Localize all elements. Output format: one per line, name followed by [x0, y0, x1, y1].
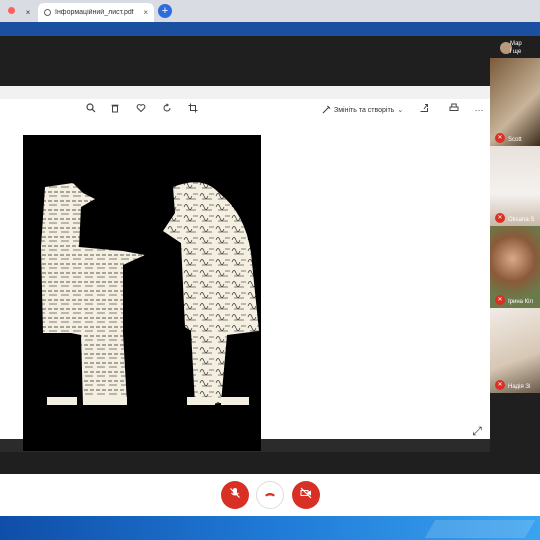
mic-off-icon: ✕: [495, 133, 505, 143]
mic-off-icon: ✕: [495, 380, 505, 390]
expand-icon[interactable]: ⤢: [470, 424, 484, 438]
trash-icon[interactable]: [108, 103, 122, 117]
edit-create-button[interactable]: Змініть та створіть ⌄: [322, 103, 403, 117]
tab-title: Інформаційний_лист.pdf: [55, 9, 134, 16]
hangup-icon: [264, 489, 276, 503]
globe-icon: [44, 9, 51, 16]
participant-name: Scott: [508, 137, 522, 143]
edit-create-label: Змініть та створіть: [334, 106, 395, 114]
rotate-icon[interactable]: [160, 103, 174, 117]
share-icon[interactable]: [417, 103, 431, 117]
call-controls: [0, 474, 540, 516]
close-dot[interactable]: [8, 7, 15, 14]
mic-off-button[interactable]: [221, 481, 249, 509]
magic-edit-icon: [322, 105, 331, 116]
browser-tab-strip: × Інформаційний_лист.pdf × +: [0, 0, 540, 22]
mic-off-icon: ✕: [495, 213, 505, 223]
close-tab-icon[interactable]: ×: [22, 3, 34, 22]
chevron-down-icon: ⌄: [397, 107, 404, 114]
close-icon[interactable]: ×: [143, 8, 148, 17]
participant-tile[interactable]: ✕ Scott: [490, 58, 540, 146]
participant-name: Ірина Кіл: [508, 299, 534, 305]
tab-pdf-document[interactable]: Інформаційний_лист.pdf ×: [38, 3, 154, 22]
participant-tile[interactable]: ✕ Надія Зі: [490, 308, 540, 393]
viewer-titlebar: [0, 86, 490, 99]
hangup-button[interactable]: [256, 481, 284, 509]
screen: × Інформаційний_лист.pdf × + Мар і ще Зм…: [0, 0, 540, 540]
photo-viewer: Змініть та створіть ⌄ ··· ⤢: [0, 99, 490, 451]
participant-name: Мар: [510, 41, 522, 47]
participant-name: Надія Зі: [508, 384, 531, 390]
crop-icon[interactable]: [186, 103, 200, 117]
print-icon[interactable]: [447, 103, 461, 117]
participant-tile[interactable]: ✕ Oksana S: [490, 146, 540, 226]
mic-off-icon: ✕: [495, 295, 505, 305]
participant-strip: ✕ Scott ✕ Oksana S ✕ Ірина Кіл ✕ Надія З…: [490, 58, 540, 393]
more-icon[interactable]: ···: [472, 103, 486, 117]
zoom-icon[interactable]: [84, 103, 98, 117]
left-figure: [41, 183, 145, 405]
participant-more: і ще: [510, 49, 522, 55]
camera-off-icon: [300, 487, 312, 502]
participant-tile[interactable]: ✕ Ірина Кіл: [490, 226, 540, 308]
camera-off-button[interactable]: [292, 481, 320, 509]
heart-icon[interactable]: [134, 103, 148, 117]
participant-count-label: Мар і ще: [510, 40, 522, 56]
right-figure: [163, 182, 259, 405]
presentation-area: Змініть та створіть ⌄ ··· ⤢: [0, 86, 490, 452]
mic-off-icon: [229, 488, 241, 502]
participant-name: Oksana S: [508, 217, 535, 223]
meeting-header: [0, 36, 540, 86]
window-controls: [8, 7, 15, 14]
browser-address-area: [0, 22, 540, 36]
new-tab-button[interactable]: +: [158, 4, 172, 18]
os-taskbar: [0, 516, 540, 540]
viewer-toolbar: Змініть та створіть ⌄ ···: [0, 99, 490, 121]
displayed-image: [23, 135, 261, 451]
